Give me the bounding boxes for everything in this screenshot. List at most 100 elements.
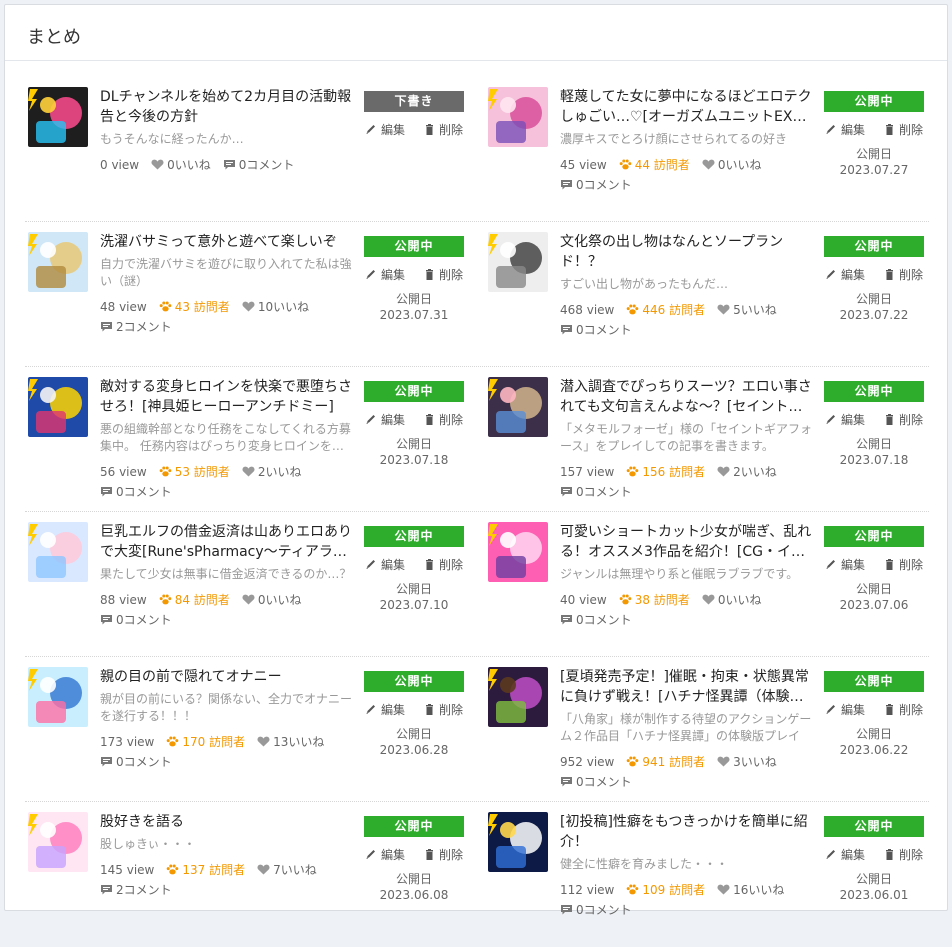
edit-button[interactable]: 編集 — [365, 846, 405, 863]
article-title[interactable]: 巨乳エルフの借金返済は山ありエロありで大変[Rune'sPharmacy～ティア… — [100, 522, 355, 562]
edit-button[interactable]: 編集 — [365, 701, 405, 718]
pencil-icon — [365, 413, 381, 427]
pencil-icon — [365, 703, 381, 717]
edit-button[interactable]: 編集 — [825, 701, 865, 718]
delete-button[interactable]: 削除 — [423, 846, 463, 863]
heart-icon — [257, 732, 273, 752]
article-title[interactable]: [初投稿]性癖をもつきっかけを簡単に紹介！ — [560, 812, 815, 852]
summary-panel: まとめ DLチャンネルを始めて2カ月目の活動報告と今後の方針 もうそんなに経ったん… — [4, 4, 948, 917]
view-count: 40 view — [560, 593, 607, 607]
article-thumbnail[interactable] — [28, 667, 88, 727]
delete-button[interactable]: 削除 — [883, 846, 923, 863]
article-title[interactable]: [夏頃発売予定！]催眠・拘束・状態異常に負けず戦え！[ハチナ怪異譚（体験… — [560, 667, 815, 707]
view-count: 88 view — [100, 593, 147, 607]
article-thumbnail[interactable] — [488, 377, 548, 437]
article-actions: 編集 削除 — [364, 266, 464, 283]
article-row: 股好きを語る 股しゅきぃ・・・ 145 view 137 訪問者 7いいね 2コメント 公開… — [25, 802, 929, 947]
article-info: DLチャンネルを始めて2カ月目の活動報告と今後の方針もうそんなに経ったんか… 0 … — [100, 87, 355, 175]
delete-button[interactable]: 削除 — [423, 701, 463, 718]
article-side: 公開中編集 削除公開日 2023.06.22 — [824, 671, 924, 758]
article-title[interactable]: 親の目の前で隠れてオナニー — [100, 667, 355, 687]
article-thumbnail[interactable] — [488, 87, 548, 147]
article-thumbnail[interactable] — [28, 232, 88, 292]
article-info: 股好きを語る 股しゅきぃ・・・ 145 view 137 訪問者 7いいね 2コメント — [100, 812, 355, 900]
edit-button[interactable]: 編集 — [365, 556, 405, 573]
edit-button[interactable]: 編集 — [365, 121, 405, 138]
publish-date-label: 公開日 — [855, 727, 892, 741]
delete-button[interactable]: 削除 — [423, 411, 463, 428]
article-actions: 編集 削除 — [824, 266, 924, 283]
article-card: 敵対する変身ヒロインを快楽で悪堕ちさせろ！[神具姫ヒーローアンチドミー] 悪の組織… — [25, 367, 465, 507]
delete-button[interactable]: 削除 — [883, 411, 923, 428]
article-stats: 145 view 137 訪問者 7いいね 2コメント — [100, 860, 355, 900]
article-thumbnail[interactable] — [28, 812, 88, 872]
paw-icon — [626, 880, 642, 900]
delete-button[interactable]: 削除 — [883, 121, 923, 138]
paw-icon — [166, 732, 182, 752]
article-description: 親が目の前にいる？関係ない、全力でオナニーを遂行する！！！ — [100, 692, 353, 723]
article-stats: 157 view 156 訪問者 2いいね 0コメント — [560, 462, 815, 502]
article-card: 文化祭の出し物はなんとソープランド！？ すごい出し物があったもんだ… 468 vie… — [485, 222, 925, 362]
article-card: 親の目の前で隠れてオナニー親が目の前にいる？関係ない、全力でオナニーを遂行する！… — [25, 657, 465, 797]
view-count: 0 view — [100, 158, 140, 172]
delete-button[interactable]: 削除 — [883, 266, 923, 283]
trash-icon — [883, 123, 899, 137]
delete-button[interactable]: 削除 — [883, 701, 923, 718]
comment-count: 0コメント — [560, 900, 803, 920]
article-title[interactable]: 軽蔑してた女に夢中になるほどエロテクしゅごい…♡[オーガズムユニットEX… — [560, 87, 815, 127]
article-title[interactable]: 洗濯バサミって意外と遊べて楽しいぞ — [100, 232, 355, 252]
article-row: 巨乳エルフの借金返済は山ありエロありで大変[Rune'sPharmacy～ティア… — [25, 512, 929, 657]
visitor-count: 941 訪問者 — [626, 752, 705, 772]
visitor-count: 44 訪問者 — [619, 155, 690, 175]
article-title[interactable]: 股好きを語る — [100, 812, 355, 832]
article-title[interactable]: 潜入調査でぴっちりスーツ？エロい事されても文句言えんよな～？[セイント… — [560, 377, 815, 417]
comment-count: 0コメント — [560, 175, 803, 195]
edit-button[interactable]: 編集 — [825, 121, 865, 138]
pencil-icon — [365, 558, 381, 572]
delete-button[interactable]: 削除 — [423, 266, 463, 283]
article-thumbnail[interactable] — [28, 377, 88, 437]
comment-icon — [560, 175, 576, 195]
article-description: もうそんなに経ったんか… — [100, 132, 244, 146]
visitor-count: 84 訪問者 — [159, 590, 230, 610]
article-card: 軽蔑してた女に夢中になるほどエロテクしゅごい…♡[オーガズムユニットEX… 濃厚キ… — [485, 77, 925, 217]
article-thumbnail[interactable] — [488, 667, 548, 727]
article-title[interactable]: 可愛いショートカット少女が喘ぎ、乱れる！オススメ3作品を紹介！[CG・イ… — [560, 522, 815, 562]
view-count: 145 view — [100, 863, 155, 877]
paw-icon — [626, 752, 642, 772]
publish-date: 公開日 2023.06.22 — [824, 726, 924, 758]
edit-button[interactable]: 編集 — [365, 266, 405, 283]
article-card: [初投稿]性癖をもつきっかけを簡単に紹介！ 健全に性癖を育みました・・・ 112 v… — [485, 802, 925, 942]
publish-date: 公開日 2023.07.18 — [364, 436, 464, 468]
article-row: DLチャンネルを始めて2カ月目の活動報告と今後の方針もうそんなに経ったんか… 0 … — [25, 77, 929, 222]
status-badge: 公開中 — [824, 671, 924, 692]
article-side: 公開中 編集 削除 公開日 2023.06.28 — [364, 671, 464, 758]
delete-button[interactable]: 削除 — [883, 556, 923, 573]
delete-button[interactable]: 削除 — [423, 121, 463, 138]
visitor-count: 38 訪問者 — [619, 590, 690, 610]
comment-icon — [100, 880, 116, 900]
article-thumbnail[interactable] — [488, 812, 548, 872]
article-description: 「八角家」様が制作する待望のアクションゲーム２作品目「ハチナ怪異譚」の体験版プレ… — [560, 712, 812, 743]
article-thumbnail[interactable] — [28, 87, 88, 147]
edit-button[interactable]: 編集 — [825, 266, 865, 283]
edit-button[interactable]: 編集 — [825, 411, 865, 428]
article-stats: 56 view 53 訪問者 2いいね 0コメント — [100, 462, 355, 502]
article-title[interactable]: 敵対する変身ヒロインを快楽で悪堕ちさせろ！[神具姫ヒーローアンチドミー] — [100, 377, 355, 417]
delete-button[interactable]: 削除 — [423, 556, 463, 573]
article-thumbnail[interactable] — [488, 522, 548, 582]
comment-count: 0コメント — [560, 482, 803, 502]
edit-button[interactable]: 編集 — [825, 556, 865, 573]
article-thumbnail[interactable] — [488, 232, 548, 292]
article-title[interactable]: 文化祭の出し物はなんとソープランド！？ — [560, 232, 815, 272]
article-side: 公開中 編集 削除 公開日 2023.07.18 — [364, 381, 464, 468]
heart-icon — [242, 462, 258, 482]
article-actions: 編集 削除 — [364, 846, 464, 863]
article-title[interactable]: DLチャンネルを始めて2カ月目の活動報告と今後の方針 — [100, 87, 355, 127]
article-thumbnail[interactable] — [28, 522, 88, 582]
edit-button[interactable]: 編集 — [825, 846, 865, 863]
publish-date-label: 公開日 — [395, 727, 432, 741]
edit-button[interactable]: 編集 — [365, 411, 405, 428]
article-info: [初投稿]性癖をもつきっかけを簡単に紹介！ 健全に性癖を育みました・・・ 112 v… — [560, 812, 815, 920]
trash-icon — [883, 558, 899, 572]
